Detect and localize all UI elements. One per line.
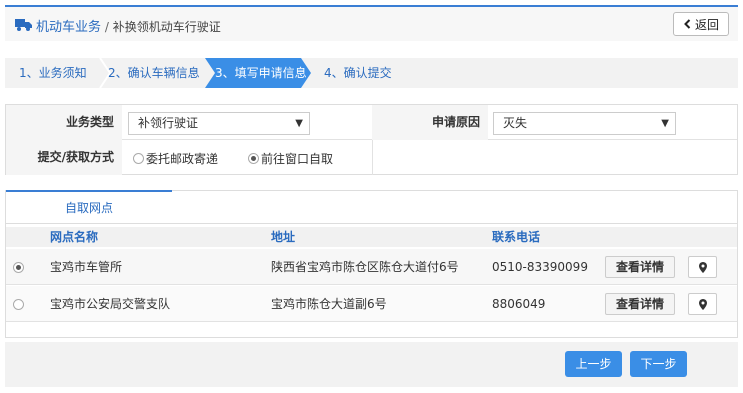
pickup-address: 宝鸡市陈仓大道副6号 — [271, 297, 387, 311]
business-type-cell: 补领行驶证 ▼ — [122, 105, 371, 140]
reason-label: 申请原因 — [372, 105, 488, 140]
page-header: 机动车业务 / 补换领机动车行驶证 返回 — [5, 5, 738, 41]
form-row-type: 业务类型 补领行驶证 ▼ 申请原因 灭失 ▼ — [6, 105, 737, 140]
row-radio[interactable] — [13, 299, 24, 310]
breadcrumb-root[interactable]: 机动车业务 — [36, 20, 101, 35]
business-type-value: 补领行驶证 — [138, 116, 199, 130]
delivery-option-post[interactable]: 委托邮政寄递 — [133, 150, 218, 167]
breadcrumb-separator: / — [101, 20, 113, 34]
map-pin-icon — [698, 261, 707, 273]
map-location-button[interactable] — [688, 293, 717, 315]
form-divider — [372, 140, 373, 175]
pickup-phone: 0510-83390099 — [492, 260, 588, 274]
business-type-label: 业务类型 — [6, 105, 122, 140]
business-type-select[interactable]: 补领行驶证 ▼ — [128, 112, 310, 135]
table-header: 网点名称 地址 联系电话 — [6, 227, 737, 247]
row-radio[interactable] — [13, 262, 24, 273]
pickup-name: 宝鸡市车管所 — [50, 260, 123, 274]
breadcrumb-current: 补换领机动车行驶证 — [112, 20, 221, 34]
radio-post[interactable] — [133, 153, 144, 164]
reason-value: 灭失 — [503, 116, 528, 130]
back-button[interactable]: 返回 — [673, 12, 729, 36]
map-location-button[interactable] — [688, 256, 717, 278]
pickup-address: 陕西省宝鸡市陈仓区陈仓大道付6号 — [271, 260, 459, 274]
prev-step-button[interactable]: 上一步 — [565, 351, 622, 377]
step-3: 3、填写申请信息 — [215, 66, 307, 80]
back-button-label: 返回 — [694, 17, 719, 32]
table-row[interactable]: 宝鸡市公安局交警支队 宝鸡市陈仓大道副6号 8806049 查看详情 — [6, 286, 737, 322]
table-row[interactable]: 宝鸡市车管所 陕西省宝鸡市陈仓区陈仓大道付6号 0510-83390099 查看… — [6, 249, 737, 285]
column-header-phone: 联系电话 — [492, 230, 541, 244]
delivery-label: 提交/获取方式 — [6, 140, 122, 175]
truck-icon — [15, 19, 32, 31]
reason-cell: 灭失 ▼ — [488, 105, 737, 140]
tab-pickup-points[interactable]: 自取网点 — [6, 190, 172, 223]
footer-bar: 上一步 下一步 — [5, 342, 738, 387]
pickup-phone: 8806049 — [492, 297, 546, 311]
caret-down-icon: ▼ — [661, 118, 669, 129]
step-1: 1、业务须知 — [19, 66, 87, 80]
breadcrumb: 机动车业务 / 补换领机动车行驶证 — [36, 16, 221, 35]
column-header-address: 地址 — [271, 230, 296, 244]
reason-select[interactable]: 灭失 ▼ — [493, 112, 676, 135]
step-progress: 1、业务须知 2、确认车辆信息 3、填写申请信息 4、确认提交 — [5, 58, 738, 88]
pickup-tabbar: 自取网点 — [6, 190, 737, 224]
pickup-panel: 自取网点 网点名称 地址 联系电话 宝鸡市车管所 陕西省宝鸡市陈仓区陈仓大道付6… — [5, 190, 738, 338]
delivery-option-window-label: 前往窗口自取 — [261, 152, 334, 166]
radio-window[interactable] — [248, 153, 259, 164]
view-details-button[interactable]: 查看详情 — [605, 256, 675, 278]
step-4: 4、确认提交 — [324, 66, 392, 80]
form-row-delivery: 提交/获取方式 委托邮政寄递 前往窗口自取 — [6, 140, 737, 175]
map-pin-icon — [698, 298, 707, 310]
view-details-button[interactable]: 查看详情 — [605, 293, 675, 315]
chevron-left-icon — [684, 19, 691, 29]
delivery-option-window[interactable]: 前往窗口自取 — [248, 150, 333, 167]
caret-down-icon: ▼ — [295, 118, 303, 129]
application-form: 业务类型 补领行驶证 ▼ 申请原因 灭失 ▼ 提交/获取方式 委托邮政寄递 前往… — [5, 104, 738, 175]
pickup-name: 宝鸡市公安局交警支队 — [50, 297, 171, 311]
column-header-name: 网点名称 — [50, 230, 99, 244]
delivery-option-post-label: 委托邮政寄递 — [146, 152, 219, 166]
step-2: 2、确认车辆信息 — [108, 66, 200, 80]
next-step-button[interactable]: 下一步 — [630, 351, 687, 377]
